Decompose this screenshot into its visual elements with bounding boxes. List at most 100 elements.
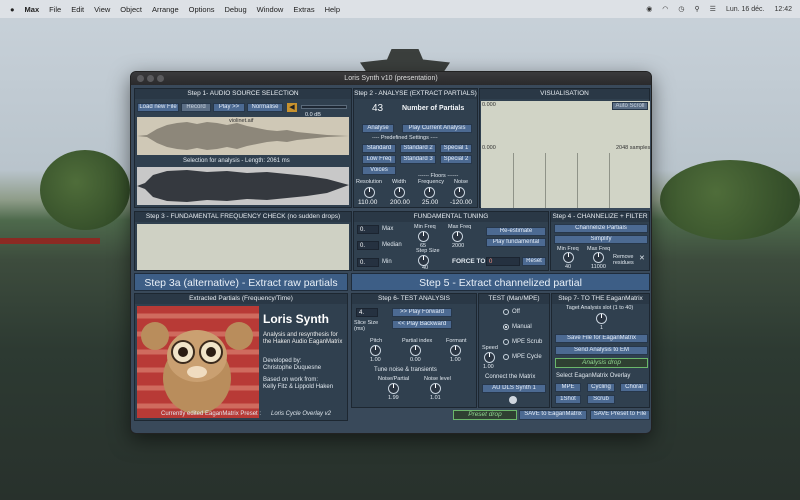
resolution-knob[interactable]: [364, 187, 375, 198]
noise-knob[interactable]: [454, 187, 465, 198]
step5-header[interactable]: Step 5 - Extract channelized partial: [351, 273, 650, 291]
menu-edit[interactable]: Edit: [71, 5, 84, 14]
max-freq-knob[interactable]: [452, 231, 463, 242]
preset-special-1[interactable]: Special 1: [440, 144, 472, 153]
preset-special-2[interactable]: Special 2: [440, 155, 472, 164]
save-to-eaganmatrix-button[interactable]: SAVE to EaganMatrix: [519, 410, 587, 420]
step4-min-freq-knob[interactable]: [563, 252, 574, 263]
test-radio-mpe-scrub[interactable]: [503, 339, 509, 345]
preset-drop-zone[interactable]: Preset drop: [453, 410, 517, 420]
wifi-icon[interactable]: ◠: [662, 5, 668, 13]
normalise-button[interactable]: Normalise: [247, 103, 283, 112]
menu-arrange[interactable]: Arrange: [152, 5, 179, 14]
test-radio-off[interactable]: [503, 309, 509, 315]
search-icon[interactable]: ⚲: [695, 5, 700, 13]
menu-help[interactable]: Help: [325, 5, 340, 14]
speed-knob[interactable]: [484, 352, 495, 363]
zoom-window-button[interactable]: [157, 75, 164, 82]
step3a-header[interactable]: Step 3a (alternative) - Extract raw part…: [134, 273, 348, 291]
partials-count: 43: [372, 103, 384, 114]
based-on-label: Based on work from:: [263, 377, 319, 383]
min-value-box[interactable]: 0.: [357, 258, 379, 267]
menu-view[interactable]: View: [94, 5, 110, 14]
width-knob[interactable]: [394, 187, 405, 198]
save-preset-button[interactable]: SAVE Preset to File: [590, 410, 650, 420]
gain-slider[interactable]: [301, 105, 347, 109]
play-button[interactable]: Play >>: [213, 103, 245, 112]
waveform-selection[interactable]: [137, 167, 349, 205]
formant-knob[interactable]: [450, 345, 461, 356]
menu-debug[interactable]: Debug: [225, 5, 247, 14]
pitch-knob[interactable]: [370, 345, 381, 356]
clock-icon[interactable]: ◷: [678, 5, 684, 13]
save-file-button[interactable]: Save File for EaganMatrix: [555, 334, 648, 343]
preset-standard[interactable]: Standard: [362, 144, 396, 153]
frequency-knob[interactable]: [424, 187, 435, 198]
waveform-main[interactable]: violinet.aif: [137, 117, 349, 155]
target-slot-knob[interactable]: [596, 313, 607, 324]
power-icon[interactable]: [509, 396, 517, 404]
noise-partial-knob[interactable]: [388, 383, 399, 394]
window-titlebar: Loris Synth v10 (presentation): [131, 72, 651, 85]
overlay-1shot[interactable]: 1Shot: [555, 395, 581, 404]
step4-max-freq-knob[interactable]: [593, 252, 604, 263]
target-slot-label: Taget Analysis slot (1 to 40): [566, 305, 634, 311]
record-button[interactable]: Record: [181, 103, 211, 112]
menu-max[interactable]: Max: [25, 5, 40, 14]
remove-residues-label: Remove residues: [613, 254, 634, 266]
slice-size-label: Slice Size (ms): [354, 320, 379, 332]
min-freq-knob[interactable]: [418, 231, 429, 242]
test-radio-mpe-cycle[interactable]: [503, 354, 509, 360]
control-center-icon[interactable]: ☰: [710, 5, 716, 13]
frequency-value: 25.00: [422, 199, 439, 206]
noise-level-knob[interactable]: [430, 383, 441, 394]
channelize-partials-button[interactable]: Channelize Partials: [554, 224, 648, 233]
slice-size-box[interactable]: 4.: [356, 308, 378, 317]
preset-standard-2[interactable]: Standard 2: [400, 144, 436, 153]
speaker-icon[interactable]: ◀: [287, 103, 297, 112]
menu-options[interactable]: Options: [189, 5, 215, 14]
simplify-button[interactable]: Simplify: [554, 235, 648, 244]
median-value-box[interactable]: 0.: [357, 241, 379, 250]
analyse-button[interactable]: Analyse: [362, 124, 394, 133]
noise-level-value: 1.01: [430, 395, 441, 401]
status-icon[interactable]: ◉: [646, 5, 652, 13]
play-backward-button[interactable]: << Play Backward: [392, 320, 452, 329]
remove-residues-toggle[interactable]: ✕: [639, 254, 645, 262]
play-current-analysis-button[interactable]: Play Current Analysis: [402, 124, 472, 133]
play-fundamental-button[interactable]: Play fundamental: [486, 238, 546, 247]
test-radio-manual[interactable]: [503, 324, 509, 330]
preset-low-freq[interactable]: Low Freq: [362, 155, 396, 164]
analysis-drop-zone[interactable]: Analysis drop: [555, 358, 648, 368]
minimize-window-button[interactable]: [147, 75, 154, 82]
synth-select[interactable]: AU DLS Synth 1: [482, 384, 546, 393]
background-tree: [660, 160, 800, 240]
partial-index-knob[interactable]: [410, 345, 421, 356]
reset-button[interactable]: Reset: [522, 257, 546, 266]
overlay-cycling[interactable]: Cycling: [587, 383, 615, 392]
menu-file[interactable]: File: [49, 5, 61, 14]
preset-standard-3[interactable]: Standard 3: [400, 155, 436, 164]
overlay-mpe[interactable]: MPE: [555, 383, 581, 392]
step4-max-freq-value: 11000: [591, 264, 606, 270]
reestimate-button[interactable]: Re-estimate: [486, 227, 546, 236]
close-window-button[interactable]: [137, 75, 144, 82]
preset-voices[interactable]: Voices: [362, 166, 396, 175]
menu-window[interactable]: Window: [257, 5, 284, 14]
overlay-scrub[interactable]: Scrub: [587, 395, 615, 404]
width-value: 200.00: [390, 199, 410, 206]
step2-panel: Step 2 - ANALYSE (EXTRACT PARTIALS) 43 N…: [353, 88, 478, 208]
speed-value: 1.00: [483, 364, 494, 370]
load-file-button[interactable]: Load new File: [137, 103, 179, 112]
menu-extras[interactable]: Extras: [293, 5, 314, 14]
force-to-box[interactable]: 0: [486, 257, 520, 266]
apple-icon[interactable]: ●: [10, 5, 15, 14]
max-value-box[interactable]: 0.: [357, 225, 379, 234]
play-forward-button[interactable]: >> Play Forward: [392, 308, 452, 317]
send-analysis-button[interactable]: Send Analysis to EM: [555, 346, 648, 355]
fundamental-display: [137, 224, 349, 270]
overlay-choral[interactable]: Choral: [620, 383, 648, 392]
menu-object[interactable]: Object: [120, 5, 142, 14]
predefined-settings-label: ---- Predefined Settings ----: [372, 135, 438, 141]
auto-scroll-button[interactable]: Auto Scroll: [612, 102, 648, 110]
